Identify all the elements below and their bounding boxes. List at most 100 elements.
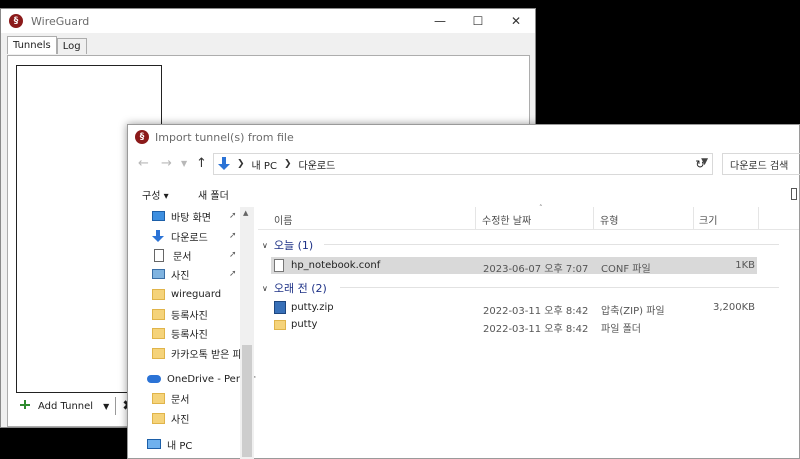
folder-icon bbox=[274, 319, 286, 330]
maximize-button[interactable]: ☐ bbox=[459, 9, 497, 33]
file-icon bbox=[274, 259, 284, 272]
nav-item-label: 바탕 화면 bbox=[171, 212, 211, 224]
column-modified-header[interactable]: 수정한 날짜 bbox=[482, 212, 531, 227]
collapse-chevron-icon[interactable]: ∨ bbox=[262, 284, 268, 293]
minimize-button[interactable]: — bbox=[421, 9, 459, 33]
toolbar-divider bbox=[115, 397, 117, 415]
column-divider[interactable] bbox=[758, 207, 759, 229]
nav-item-folder[interactable]: 등록사진 bbox=[152, 324, 208, 342]
add-tunnel-dropdown-icon[interactable]: ▼ bbox=[103, 402, 109, 411]
wireguard-titlebar: § WireGuard — ☐ ✕ bbox=[1, 9, 535, 33]
nav-item-label: 카카오톡 받은 파 bbox=[171, 349, 242, 361]
downloads-icon bbox=[152, 229, 165, 243]
wireguard-logo-icon: § bbox=[9, 14, 23, 28]
dialog-titlebar: § Import tunnel(s) from file bbox=[128, 125, 799, 149]
folder-icon bbox=[152, 288, 165, 300]
search-input[interactable]: 다운로드 검색 bbox=[722, 153, 800, 175]
recent-locations-chevron-icon[interactable]: ▼ bbox=[181, 159, 187, 168]
nav-item-wireguard[interactable]: wireguard bbox=[152, 285, 221, 303]
column-divider[interactable] bbox=[693, 207, 694, 229]
column-divider[interactable] bbox=[475, 207, 476, 229]
breadcrumb-this-pc[interactable]: 내 PC bbox=[252, 157, 277, 172]
file-type: 압축(ZIP) 파일 bbox=[601, 306, 665, 317]
nav-item-folder[interactable]: 사진 bbox=[152, 409, 189, 427]
column-header-row: 이름 수정한 날짜 ˄ 유형 크기 bbox=[258, 204, 799, 230]
up-arrow-icon[interactable]: ↑ bbox=[196, 156, 207, 171]
sort-indicator-icon: ˄ bbox=[539, 204, 543, 212]
nav-item-label: 내 PC bbox=[167, 440, 193, 452]
desktop-icon bbox=[152, 211, 165, 221]
group-header-today[interactable]: ∨ 오늘 (1) bbox=[262, 237, 313, 253]
nav-item-label: 문서 bbox=[171, 394, 190, 406]
file-row[interactable]: putty 2022-03-11 오후 8:42 파일 폴더 bbox=[271, 317, 757, 335]
add-tunnel-button[interactable]: Add Tunnel bbox=[38, 401, 93, 412]
column-divider[interactable] bbox=[593, 207, 594, 229]
breadcrumb-downloads[interactable]: 다운로드 bbox=[299, 157, 336, 172]
new-folder-button[interactable]: 새 폴더 bbox=[198, 187, 229, 202]
zip-icon bbox=[274, 301, 286, 314]
file-row[interactable]: putty.zip 2022-03-11 오후 8:42 압축(ZIP) 파일 … bbox=[271, 299, 757, 317]
nav-item-folder[interactable]: 등록사진 bbox=[152, 305, 208, 323]
nav-item-documents[interactable]: 문서 ➚ bbox=[152, 246, 237, 264]
column-type-header[interactable]: 유형 bbox=[600, 212, 618, 227]
folder-icon bbox=[152, 392, 165, 404]
nav-item-this-pc[interactable]: 내 PC bbox=[147, 435, 192, 453]
tab-log[interactable]: Log bbox=[56, 38, 87, 54]
group-label: 오늘 (1) bbox=[273, 239, 314, 252]
folder-icon bbox=[152, 327, 165, 339]
pin-icon: ➚ bbox=[229, 211, 237, 221]
column-name-header[interactable]: 이름 bbox=[274, 212, 292, 227]
navigation-scrollbar[interactable]: ▲ bbox=[240, 207, 254, 459]
add-icon bbox=[20, 400, 34, 412]
view-options-icon[interactable] bbox=[791, 188, 797, 200]
pin-icon: ➚ bbox=[229, 250, 237, 260]
scroll-up-icon[interactable]: ▲ bbox=[243, 209, 248, 217]
nav-item-downloads[interactable]: 다운로드 ➚ bbox=[152, 227, 237, 245]
column-size-header[interactable]: 크기 bbox=[699, 212, 717, 227]
file-name: putty bbox=[291, 319, 318, 330]
navigation-pane: 바탕 화면 ➚ 다운로드 ➚ 문서 ➚ 사진 ➚ wireguard 등록사진 bbox=[128, 207, 256, 459]
nav-item-folder[interactable]: 카카오톡 받은 파 bbox=[152, 344, 242, 362]
breadcrumb-chevron-icon[interactable]: ❯ bbox=[237, 159, 245, 169]
breadcrumb-chevron-icon[interactable]: ❯ bbox=[284, 159, 292, 169]
pin-icon: ➚ bbox=[229, 231, 237, 241]
group-label: 오래 전 (2) bbox=[273, 282, 327, 295]
nav-item-label: 사진 bbox=[171, 414, 190, 426]
nav-item-label: 등록사진 bbox=[171, 310, 208, 322]
file-name: hp_notebook.conf bbox=[291, 260, 381, 271]
file-modified: 2023-06-07 오후 7:07 bbox=[483, 264, 589, 275]
group-header-long-ago[interactable]: ∨ 오래 전 (2) bbox=[262, 280, 327, 296]
downloads-icon bbox=[218, 157, 230, 171]
pin-icon: ➚ bbox=[229, 269, 237, 279]
nav-item-pictures[interactable]: 사진 ➚ bbox=[152, 265, 237, 283]
file-modified: 2022-03-11 오후 8:42 bbox=[483, 324, 589, 335]
document-icon bbox=[154, 248, 164, 262]
group-divider bbox=[324, 244, 779, 245]
tab-tunnels[interactable]: Tunnels bbox=[7, 36, 57, 54]
collapse-chevron-icon[interactable]: ∨ bbox=[262, 241, 268, 250]
back-arrow-icon[interactable]: ← bbox=[138, 156, 149, 171]
scrollbar-thumb[interactable] bbox=[242, 345, 252, 457]
file-type: CONF 파일 bbox=[601, 264, 651, 275]
import-dialog: § Import tunnel(s) from file ← → ▼ ↑ ❯ 내… bbox=[127, 124, 800, 459]
pc-icon bbox=[147, 439, 161, 449]
refresh-icon[interactable]: ↻ bbox=[688, 153, 713, 175]
file-name: putty.zip bbox=[291, 302, 334, 313]
nav-item-folder[interactable]: 문서 bbox=[152, 389, 189, 407]
file-row[interactable]: hp_notebook.conf 2023-06-07 오후 7:07 CONF… bbox=[271, 257, 757, 275]
folder-icon bbox=[152, 308, 165, 320]
file-modified: 2022-03-11 오후 8:42 bbox=[483, 306, 589, 317]
window-title: WireGuard bbox=[31, 14, 90, 28]
folder-icon bbox=[152, 347, 165, 359]
nav-item-label: 등록사진 bbox=[171, 329, 208, 341]
close-button[interactable]: ✕ bbox=[497, 9, 535, 33]
organize-menu-button[interactable]: 구성 ▾ bbox=[142, 187, 169, 202]
forward-arrow-icon[interactable]: → bbox=[161, 156, 172, 171]
file-size: 1KB bbox=[735, 260, 755, 271]
onedrive-icon bbox=[147, 375, 161, 383]
group-divider bbox=[340, 287, 779, 288]
folder-icon bbox=[152, 412, 165, 424]
address-bar[interactable]: ❯ 내 PC ❯ 다운로드 ▼ bbox=[213, 153, 713, 175]
nav-item-desktop[interactable]: 바탕 화면 ➚ bbox=[152, 207, 237, 225]
dialog-title: Import tunnel(s) from file bbox=[155, 130, 294, 144]
